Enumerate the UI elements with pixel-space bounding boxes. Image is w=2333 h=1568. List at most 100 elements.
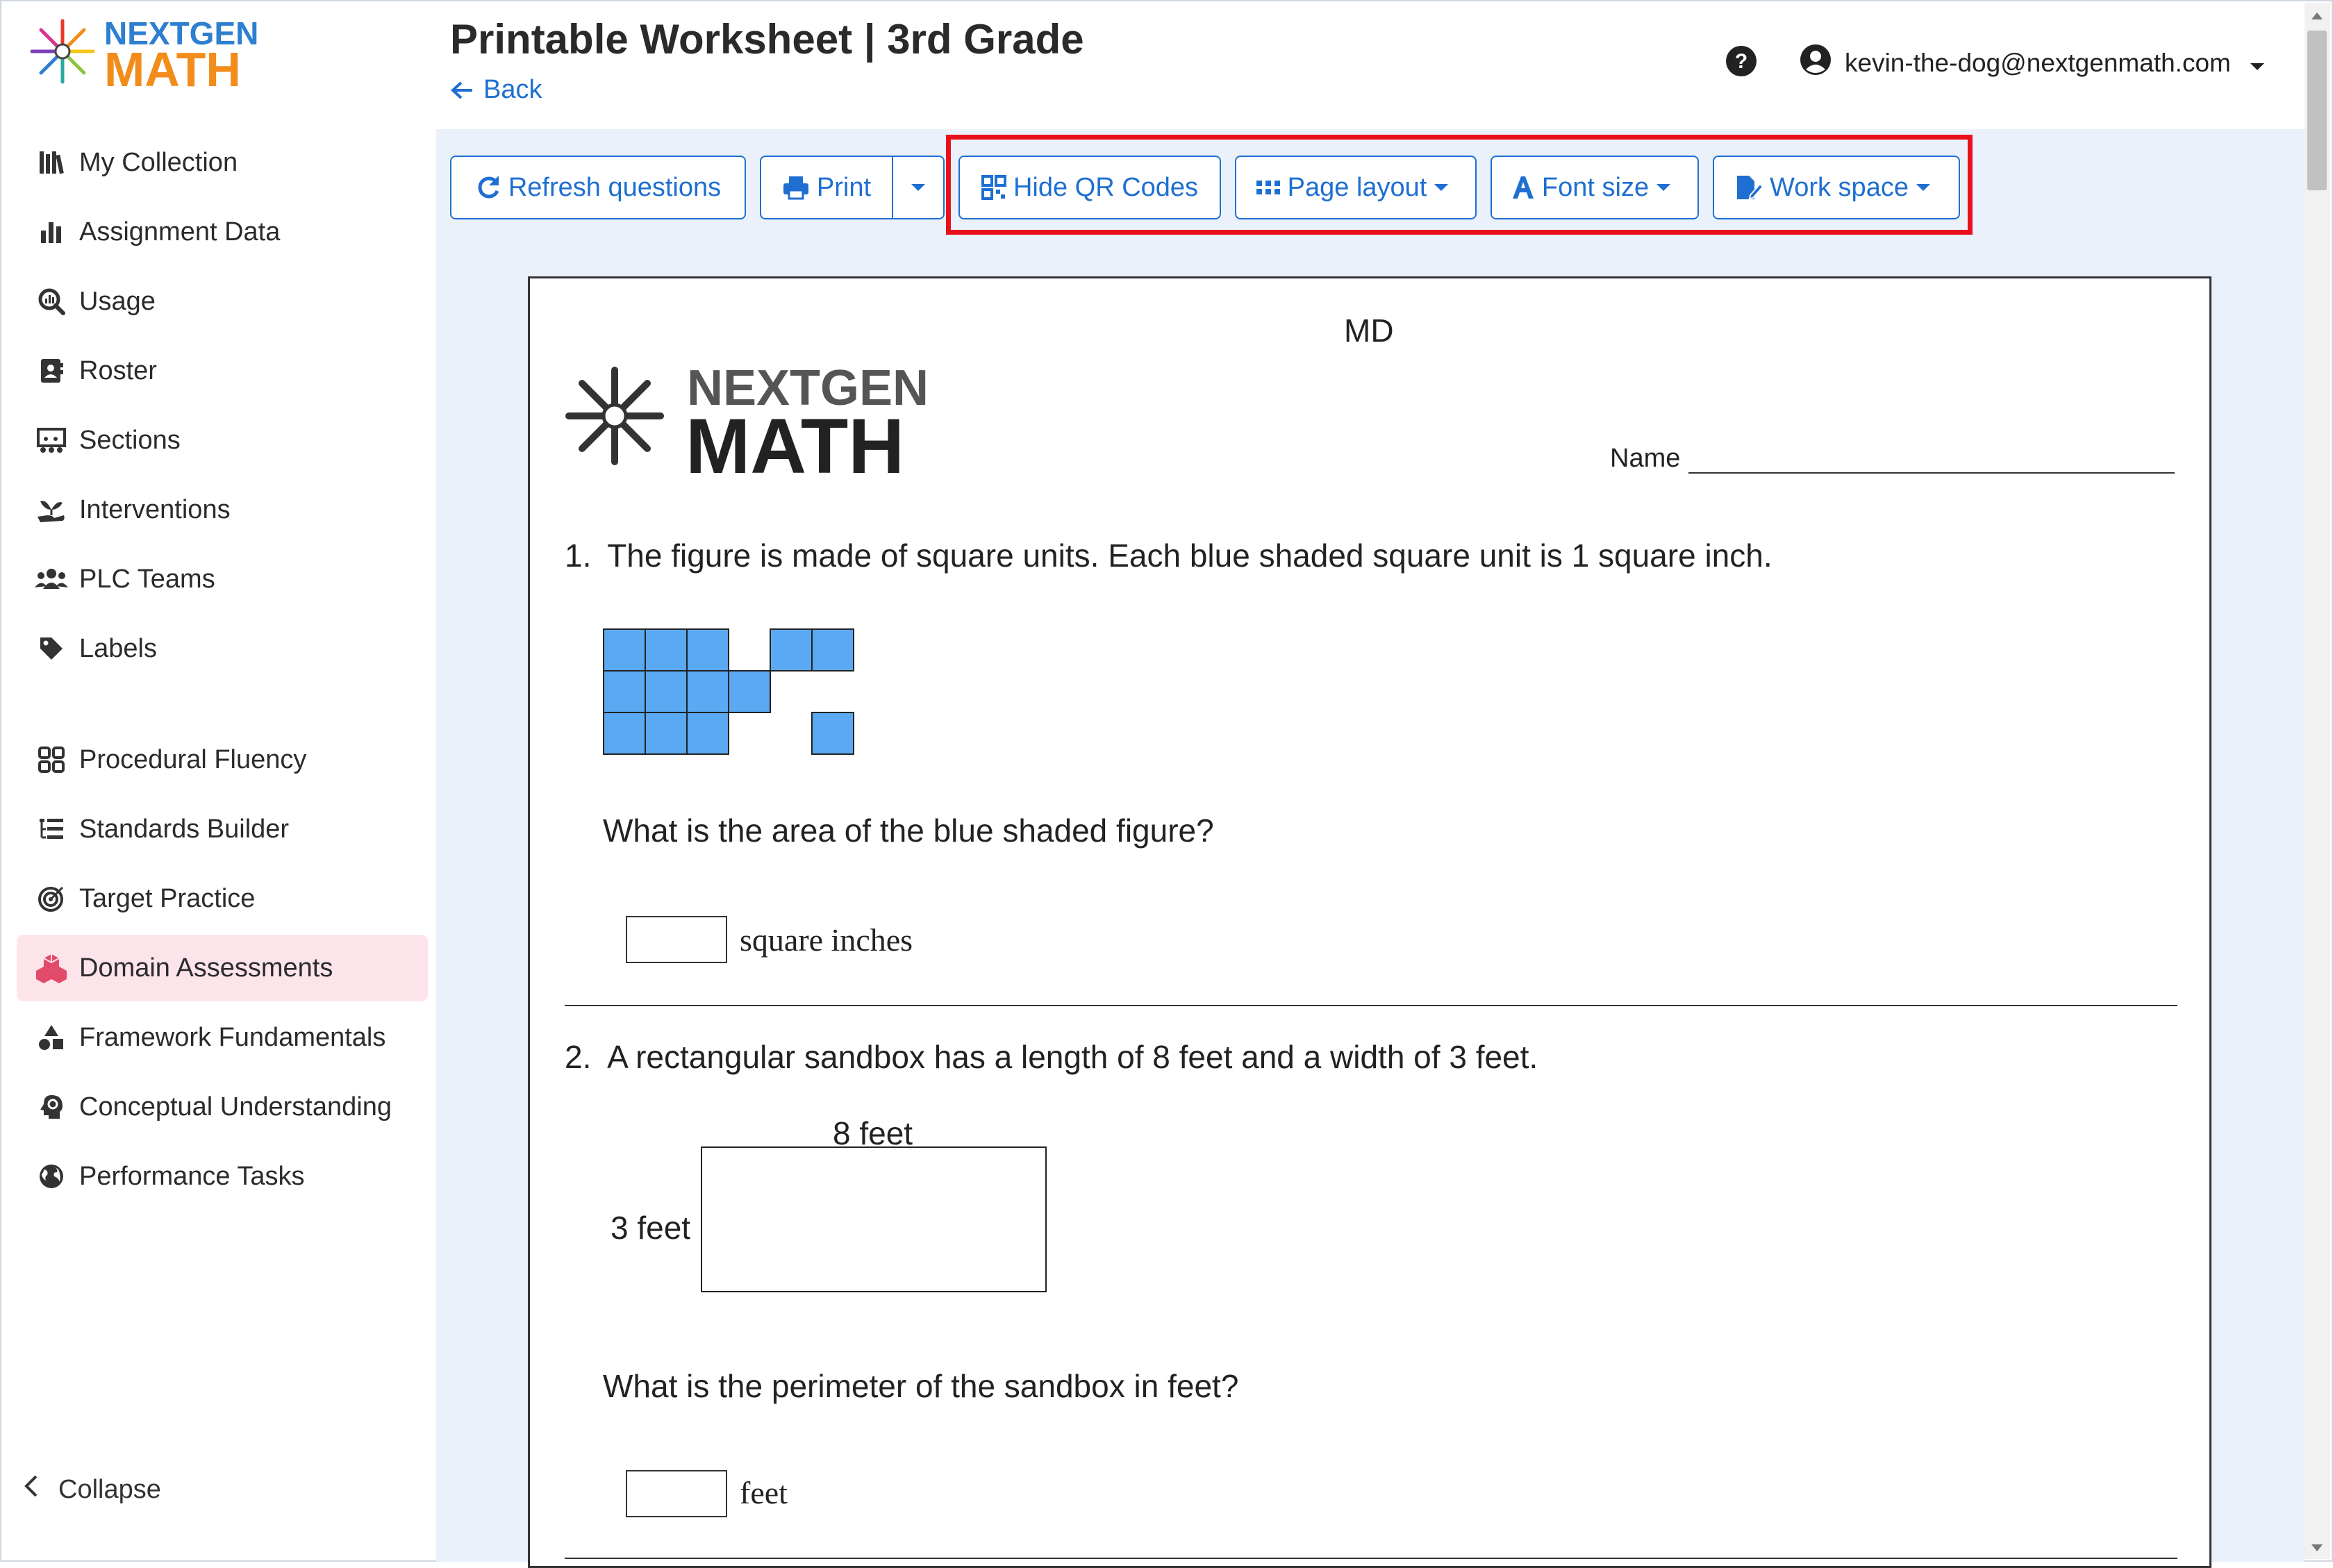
sidebar-item-label: Domain Assessments xyxy=(79,953,333,983)
square-unit-figure xyxy=(603,628,854,755)
question-1-prompt: What is the area of the blue shaded figu… xyxy=(603,812,1214,849)
answer-unit-2: feet xyxy=(740,1475,788,1510)
question-text: A rectangular sandbox has a length of 8 … xyxy=(607,1039,1538,1075)
answer-unit-1: square inches xyxy=(740,922,913,958)
app-logo[interactable]: NEXTGEN MATH xyxy=(26,11,276,93)
sidebar-item-domain-assessments[interactable]: Domain Assessments xyxy=(17,935,428,1001)
sidebar-item-label: PLC Teams xyxy=(79,564,215,594)
list-tree-icon xyxy=(31,815,72,843)
print-options-dropdown[interactable] xyxy=(893,157,943,218)
sidebar-item-label: Labels xyxy=(79,633,157,663)
caret-down-icon xyxy=(911,184,925,191)
print-button[interactable]: Print xyxy=(761,157,893,218)
hand-seedling-icon xyxy=(31,496,72,524)
head-gear-icon xyxy=(31,1093,72,1121)
refresh-label: Refresh questions xyxy=(508,172,722,202)
sidebar-item-label: Roster xyxy=(79,356,157,385)
page-title: Printable Worksheet | 3rd Grade xyxy=(450,16,1084,62)
sidebar-item-label: Performance Tasks xyxy=(79,1161,305,1191)
print-label: Print xyxy=(816,172,872,202)
answer-box-1[interactable] xyxy=(626,916,727,963)
tag-icon xyxy=(31,635,72,662)
books-icon xyxy=(31,149,72,176)
question-divider xyxy=(565,1558,2177,1559)
question-divider xyxy=(565,1005,2177,1006)
brand-bottom-text: MATH xyxy=(104,42,241,93)
logo-burst-icon xyxy=(30,19,95,84)
arrow-left-icon xyxy=(451,81,472,99)
sidebar-item-roster[interactable]: Roster xyxy=(17,337,428,404)
sidebar-item-framework-fundamentals[interactable]: Framework Fundamentals xyxy=(17,1004,428,1071)
printer-icon xyxy=(783,176,808,200)
scroll-down-arrow-icon[interactable] xyxy=(2311,1544,2323,1551)
bar-chart-icon xyxy=(31,218,72,246)
help-icon[interactable]: ? xyxy=(1725,44,1758,81)
refresh-questions-button[interactable]: Refresh questions xyxy=(450,156,746,219)
user-menu[interactable]: kevin-the-dog@nextgenmath.com xyxy=(1799,43,2266,83)
collapse-label: Collapse xyxy=(58,1474,161,1504)
name-label: Name xyxy=(1610,444,1681,473)
sidebar-item-usage[interactable]: Usage xyxy=(17,268,428,335)
collapse-button[interactable]: Collapse xyxy=(24,1474,161,1506)
sidebar-item-interventions[interactable]: Interventions xyxy=(17,476,428,543)
question-2: 2. A rectangular sandbox has a length of… xyxy=(565,1038,1538,1076)
sidebar-item-label: Framework Fundamentals xyxy=(79,1022,386,1052)
sandbox-rectangle xyxy=(701,1146,1047,1292)
cubes-icon xyxy=(31,953,72,983)
sidebar-item-label: Usage xyxy=(79,286,156,316)
sidebar-item-label: Conceptual Understanding xyxy=(79,1092,392,1121)
sidebar-item-performance-tasks[interactable]: Performance Tasks xyxy=(17,1143,428,1210)
sidebar-item-label: Interventions xyxy=(79,494,231,524)
sidebar-item-label: Standards Builder xyxy=(79,814,290,844)
user-avatar-icon xyxy=(1799,43,1832,83)
width-label: 3 feet xyxy=(611,1210,691,1246)
sidebar: NEXTGEN MATH My Collection Assignment Da… xyxy=(3,3,436,1559)
question-number: 2. xyxy=(565,1039,592,1075)
back-link[interactable]: Back xyxy=(450,75,542,105)
user-email: kevin-the-dog@nextgenmath.com xyxy=(1845,48,2231,77)
question-1: 1. The figure is made of square units. E… xyxy=(565,537,1772,574)
sidebar-item-target-practice[interactable]: Target Practice xyxy=(17,865,428,932)
caret-down-icon xyxy=(2249,49,2266,78)
sidebar-item-procedural-fluency[interactable]: Procedural Fluency xyxy=(17,726,428,793)
sidebar-item-label: Assignment Data xyxy=(79,217,281,247)
shapes-icon xyxy=(31,1024,72,1051)
name-field: Name xyxy=(1610,444,2175,474)
target-icon xyxy=(31,885,72,912)
vertical-scrollbar[interactable] xyxy=(2305,3,2330,1559)
sidebar-item-labels[interactable]: Labels xyxy=(17,615,428,682)
back-label: Back xyxy=(483,75,542,104)
users-icon xyxy=(31,565,72,593)
sidebar-item-label: My Collection xyxy=(79,147,238,177)
sidebar-item-label: Target Practice xyxy=(79,883,256,913)
sidebar-item-my-collection[interactable]: My Collection xyxy=(17,129,428,196)
sidebar-item-conceptual-understanding[interactable]: Conceptual Understanding xyxy=(17,1074,428,1140)
contact-book-icon xyxy=(31,357,72,385)
search-chart-icon xyxy=(31,287,72,315)
sidebar-item-standards-builder[interactable]: Standards Builder xyxy=(17,796,428,862)
worksheet-logo: NEXTGEN MATH xyxy=(565,360,929,478)
worksheet-page: MD NEXTGEN MATH Name 1. The figure is ma… xyxy=(528,276,2211,1568)
print-button-group: Print xyxy=(760,156,945,219)
sidebar-item-assignment-data[interactable]: Assignment Data xyxy=(17,199,428,265)
worksheet-domain-code: MD xyxy=(1344,312,1394,349)
grid-icon xyxy=(31,746,72,774)
refresh-icon xyxy=(478,176,499,199)
chalkboard-icon xyxy=(31,426,72,454)
scroll-thumb[interactable] xyxy=(2307,31,2327,190)
sidebar-item-label: Sections xyxy=(79,425,181,455)
answer-box-2[interactable] xyxy=(626,1470,727,1517)
sidebar-item-label: Procedural Fluency xyxy=(79,744,307,774)
scroll-up-arrow-icon[interactable] xyxy=(2311,12,2323,19)
logo-burst-icon xyxy=(565,367,664,465)
chevron-left-icon xyxy=(24,1474,40,1506)
question-text: The figure is made of square units. Each… xyxy=(607,537,1772,574)
question-number: 1. xyxy=(565,537,592,574)
worksheet-logo-bottom: MATH xyxy=(686,403,904,478)
toolbar-highlight-annotation xyxy=(946,135,1973,235)
name-line xyxy=(1688,447,2175,474)
svg-text:?: ? xyxy=(1735,50,1747,73)
globe-icon xyxy=(31,1162,72,1190)
sidebar-item-sections[interactable]: Sections xyxy=(17,407,428,474)
sidebar-item-plc-teams[interactable]: PLC Teams xyxy=(17,546,428,612)
